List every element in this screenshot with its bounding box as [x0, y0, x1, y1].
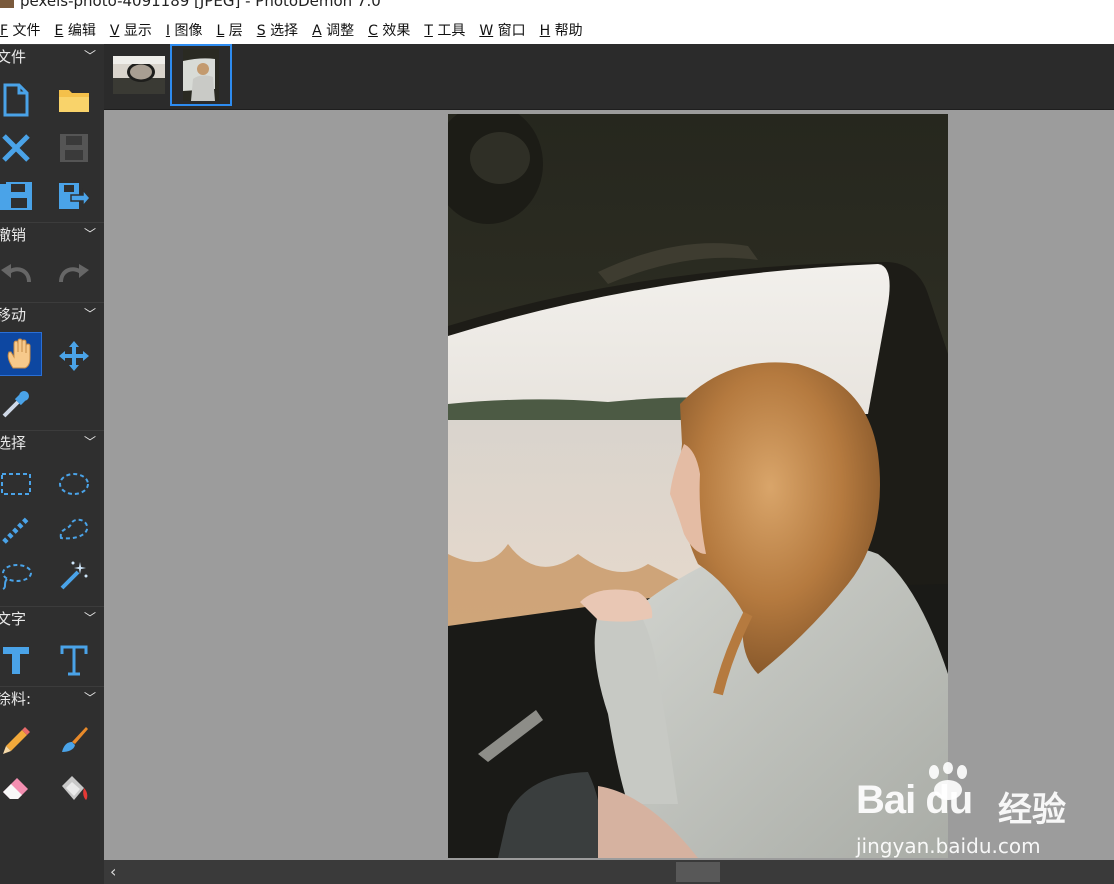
girl-in-car-thumbnail: [183, 49, 219, 101]
pencil-button[interactable]: [0, 718, 38, 762]
section-paint-header[interactable]: 涂料: ﹀: [0, 686, 104, 710]
section-select-header[interactable]: 选择 ﹀: [0, 430, 104, 454]
baidu-jingyan-watermark: Bai du 经验 jingyan.baidu.com: [852, 762, 1114, 862]
menu-edit[interactable]: E 编辑: [55, 18, 96, 44]
ellipse-select-button[interactable]: [52, 462, 96, 506]
window-title: pexels-photo-4091189 [JPEG] - PhotoDemon…: [20, 0, 381, 10]
polygon-select-icon: [59, 518, 89, 540]
section-move-header[interactable]: 移动 ﹀: [0, 302, 104, 326]
brush-button[interactable]: [52, 718, 96, 762]
section-select-label: 选择: [0, 434, 27, 452]
hand-tool-button[interactable]: [0, 332, 42, 376]
move-tool-button[interactable]: [52, 334, 96, 378]
watermark-url: jingyan.baidu.com: [856, 834, 1041, 858]
rect-select-button[interactable]: [0, 462, 38, 506]
undo-button[interactable]: [0, 254, 38, 298]
line-select-button[interactable]: [0, 508, 38, 552]
typography-text-button[interactable]: [52, 638, 96, 682]
text-bold-icon: [3, 647, 29, 674]
eraser-button[interactable]: [0, 766, 38, 810]
rect-select-icon: [1, 473, 31, 495]
hand-icon: [7, 338, 31, 369]
menu-image[interactable]: I 图像: [166, 18, 203, 44]
chevron-down-icon: ﹀: [83, 691, 96, 705]
menu-select[interactable]: S 选择: [257, 18, 298, 44]
menu-window[interactable]: W 窗口: [479, 18, 525, 44]
save-icon: [60, 134, 88, 162]
pencil-icon: [3, 727, 30, 754]
image-tab-thumbnail[interactable]: [108, 44, 170, 106]
scrollbar-thumb[interactable]: [676, 862, 720, 882]
text-serif-icon: [60, 645, 88, 676]
menu-file[interactable]: F 文件: [0, 18, 41, 44]
section-undo-header[interactable]: 撤销 ﹀: [0, 222, 104, 246]
chevron-down-icon: ﹀: [83, 307, 96, 321]
menu-bar: F 文件 E 编辑 V 显示 I 图像 L 层 S 选择 A 调整 C 效果 T…: [0, 18, 1114, 44]
save-all-button[interactable]: [0, 174, 38, 218]
save-button[interactable]: [52, 126, 96, 170]
section-file-label: 文件: [0, 48, 27, 66]
section-text-label: 文字: [0, 610, 27, 628]
undo-icon: [1, 264, 31, 283]
lasso-select-button[interactable]: [0, 554, 38, 598]
menu-view[interactable]: V 显示: [110, 18, 152, 44]
chevron-down-icon: ﹀: [83, 611, 96, 625]
open-file-button[interactable]: [52, 78, 96, 122]
folder-icon: [59, 90, 89, 112]
move-arrows-icon: [59, 341, 89, 371]
redo-button[interactable]: [52, 254, 96, 298]
menu-help[interactable]: H 帮助: [540, 18, 583, 44]
eyedropper-icon: [2, 391, 29, 418]
photo-girl-in-car[interactable]: [448, 114, 948, 858]
chevron-down-icon: ﹀: [83, 49, 96, 63]
toolbox: 文件 ﹀ 撤销 ﹀ 移动 ﹀ 选择 ﹀ 文字 ﹀ 涂料: ﹀: [0, 44, 104, 884]
image-tabs-strip: [104, 44, 1114, 110]
menu-tools[interactable]: T 工具: [424, 18, 465, 44]
paintbrush-icon: [62, 727, 88, 752]
eraser-icon: [3, 778, 28, 799]
magic-wand-icon: [60, 561, 88, 590]
close-button[interactable]: [0, 126, 38, 170]
app-icon: [0, 0, 14, 8]
ellipse-select-icon: [59, 473, 89, 495]
color-picker-button[interactable]: [0, 382, 38, 426]
menu-effects[interactable]: C 效果: [368, 18, 410, 44]
section-undo-label: 撤销: [0, 226, 27, 244]
fill-bucket-button[interactable]: [52, 766, 96, 810]
export-button[interactable]: [52, 174, 96, 218]
new-file-button[interactable]: [0, 78, 38, 122]
line-select-icon: [2, 516, 30, 544]
export-icon: [59, 183, 91, 209]
menu-layer[interactable]: L 层: [216, 18, 242, 44]
scroll-left-arrow-icon[interactable]: ‹: [110, 862, 116, 881]
close-icon: [2, 134, 30, 162]
horizontal-scrollbar[interactable]: ‹: [104, 860, 1114, 884]
save-all-icon: [0, 182, 32, 210]
paint-bucket-icon: [62, 776, 88, 800]
photo-content: [448, 114, 948, 858]
section-file-header[interactable]: 文件 ﹀: [0, 44, 104, 68]
basic-text-button[interactable]: [0, 638, 38, 682]
section-move-label: 移动: [0, 306, 27, 324]
title-bar: pexels-photo-4091189 [JPEG] - PhotoDemon…: [0, 0, 1114, 18]
chevron-down-icon: ﹀: [83, 227, 96, 241]
polygon-select-button[interactable]: [52, 508, 96, 552]
lasso-icon: [2, 564, 32, 590]
menu-adjust[interactable]: A 调整: [312, 18, 354, 44]
canvas-area[interactable]: [104, 110, 1114, 860]
section-text-header[interactable]: 文字 ﹀: [0, 606, 104, 630]
car-mirror-thumbnail: [113, 56, 165, 94]
new-file-icon: [3, 83, 29, 117]
watermark-brand-cn: 经验: [998, 790, 1066, 830]
watermark-brand: Bai du: [856, 778, 973, 822]
image-tab-thumbnail-selected[interactable]: [170, 44, 232, 106]
magic-wand-button[interactable]: [52, 554, 96, 598]
chevron-down-icon: ﹀: [83, 435, 96, 449]
section-paint-label: 涂料:: [0, 690, 32, 708]
redo-icon: [59, 264, 89, 283]
